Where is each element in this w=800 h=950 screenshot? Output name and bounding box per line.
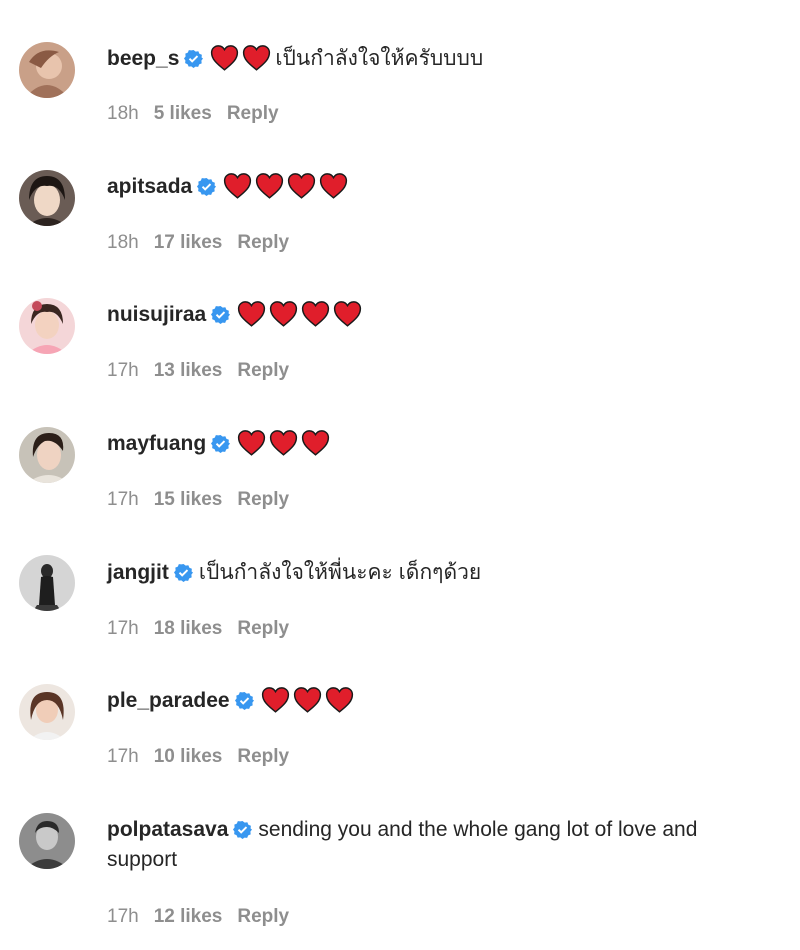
likes-count[interactable]: 5 likes xyxy=(154,103,212,125)
comment-meta: 17h 13 likes Reply xyxy=(107,360,304,382)
red-heart-icon xyxy=(302,301,330,327)
red-heart-icon xyxy=(243,45,271,71)
avatar[interactable] xyxy=(19,813,75,869)
timestamp: 17h xyxy=(107,489,139,510)
verified-badge-icon xyxy=(234,691,254,710)
red-heart-icon xyxy=(238,301,266,327)
verified-badge-icon xyxy=(233,820,253,839)
red-heart-icon xyxy=(325,687,353,713)
red-heart-icon xyxy=(224,173,252,199)
timestamp: 18h xyxy=(107,232,139,253)
reply-button[interactable]: Reply xyxy=(237,906,289,928)
red-heart-icon xyxy=(320,173,348,199)
hearts-group xyxy=(236,300,364,336)
red-heart-icon xyxy=(261,687,289,713)
username[interactable]: jangjit xyxy=(107,561,169,584)
red-heart-icon xyxy=(238,430,266,456)
verified-badge-icon xyxy=(197,177,217,196)
username[interactable]: polpatasava xyxy=(107,818,228,841)
reply-button[interactable]: Reply xyxy=(237,489,289,511)
likes-count[interactable]: 12 likes xyxy=(154,906,223,928)
likes-count[interactable]: 13 likes xyxy=(154,360,223,382)
reply-button[interactable]: Reply xyxy=(237,232,289,254)
likes-count[interactable]: 10 likes xyxy=(154,746,223,768)
comment-text: เป็นกำลังใจให้พี่นะคะ เด็กๆด้วย xyxy=(198,561,482,584)
likes-count[interactable]: 15 likes xyxy=(154,489,223,511)
comment-meta: 17h 15 likes Reply xyxy=(107,489,304,511)
avatar[interactable] xyxy=(19,298,75,354)
timestamp: 17h xyxy=(107,360,139,381)
reply-button[interactable]: Reply xyxy=(237,618,289,640)
hearts-group xyxy=(236,429,332,465)
username[interactable]: mayfuang xyxy=(107,432,206,455)
comment-meta: 18h 5 likes Reply xyxy=(107,103,294,125)
verified-badge-icon xyxy=(173,563,193,582)
timestamp: 18h xyxy=(107,103,139,124)
red-heart-icon xyxy=(211,45,239,71)
red-heart-icon xyxy=(293,687,321,713)
timestamp: 17h xyxy=(107,618,139,639)
reply-button[interactable]: Reply xyxy=(237,360,289,382)
hearts-group xyxy=(260,686,356,722)
comment-meta: 17h 18 likes Reply xyxy=(107,618,304,640)
comment-meta: 18h 17 likes Reply xyxy=(107,232,304,254)
timestamp: 17h xyxy=(107,906,139,927)
comment-text: เป็นกำลังใจให้ครับบบบ xyxy=(275,47,484,70)
avatar[interactable] xyxy=(19,684,75,740)
comment-meta: 17h 10 likes Reply xyxy=(107,746,304,768)
likes-count[interactable]: 18 likes xyxy=(154,618,223,640)
avatar[interactable] xyxy=(19,427,75,483)
timestamp: 17h xyxy=(107,746,139,767)
hearts-group xyxy=(222,172,350,208)
verified-badge-icon xyxy=(184,49,204,68)
hearts-group xyxy=(209,44,273,80)
avatar[interactable] xyxy=(19,170,75,226)
likes-count[interactable]: 17 likes xyxy=(154,232,223,254)
red-heart-icon xyxy=(270,301,298,327)
username[interactable]: apitsada xyxy=(107,175,192,198)
avatar[interactable] xyxy=(19,42,75,98)
red-heart-icon xyxy=(256,173,284,199)
reply-button[interactable]: Reply xyxy=(237,746,289,768)
red-heart-icon xyxy=(334,301,362,327)
verified-badge-icon xyxy=(211,305,231,324)
username[interactable]: beep_s xyxy=(107,47,179,70)
reply-button[interactable]: Reply xyxy=(227,103,279,125)
username[interactable]: ple_paradee xyxy=(107,689,230,712)
avatar[interactable] xyxy=(19,555,75,611)
username[interactable]: nuisujiraa xyxy=(107,303,206,326)
verified-badge-icon xyxy=(211,434,231,453)
red-heart-icon xyxy=(270,430,298,456)
red-heart-icon xyxy=(288,173,316,199)
red-heart-icon xyxy=(302,430,330,456)
comment-meta: 17h 12 likes Reply xyxy=(107,906,304,928)
